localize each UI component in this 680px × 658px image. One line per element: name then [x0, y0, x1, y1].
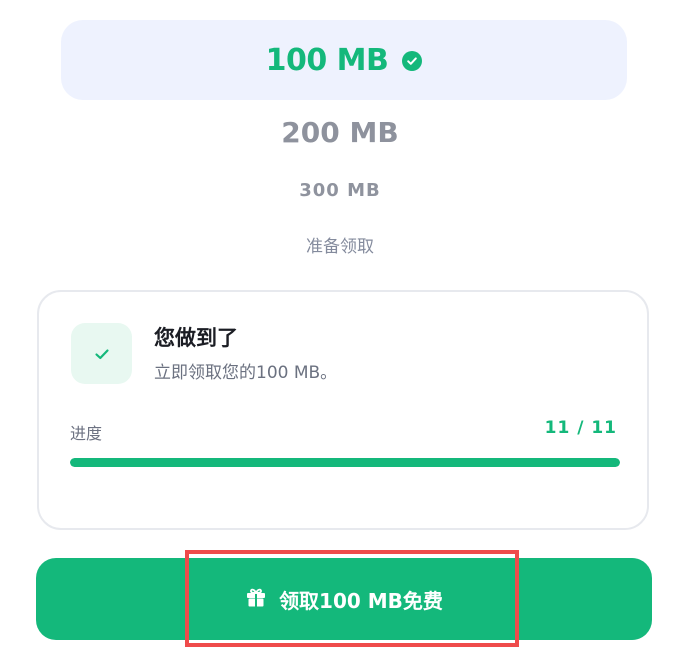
check-circle-icon — [402, 51, 423, 71]
progress-bar — [70, 458, 620, 467]
ready-to-claim-text: 准备领取 — [306, 237, 374, 257]
progress-bar-fill — [70, 458, 620, 467]
tier-option-100mb[interactable]: 100 MB — [61, 20, 627, 100]
progress-card: 您做到了 立即领取您的100 MB。 进度 11 / 11 — [37, 290, 649, 530]
card-title: 您做到了 — [154, 326, 238, 350]
tier-option-200mb[interactable]: 200 MB — [0, 116, 680, 149]
claim-reward-screen: 100 MB 200 MB 300 MB 准备领取 您做到了 立即领取您的100… — [0, 0, 680, 658]
tier-option-300mb[interactable]: 300 MB — [0, 180, 680, 201]
claim-button[interactable]: 领取100 MB免费 — [36, 558, 652, 640]
gift-icon — [245, 586, 267, 612]
progress-label: 进度 — [70, 424, 103, 443]
check-icon — [71, 323, 132, 384]
progress-count: 11 / 11 — [544, 418, 617, 438]
tier-option-label: 100 MB — [265, 42, 389, 78]
claim-button-label: 领取100 MB免费 — [279, 588, 443, 613]
card-subtitle: 立即领取您的100 MB。 — [154, 363, 338, 383]
